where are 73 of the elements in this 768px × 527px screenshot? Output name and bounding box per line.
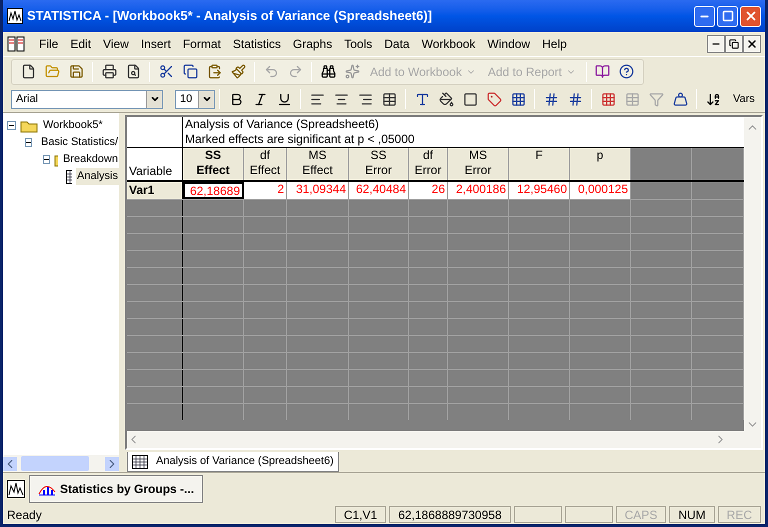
status-panel: 62,1868889730958 — [389, 506, 511, 523]
status-panel — [514, 506, 562, 523]
column-header[interactable]: p — [570, 148, 631, 180]
tree-item[interactable]: Basic Statistics/ — [40, 134, 119, 151]
column-header[interactable]: df Error — [409, 148, 448, 180]
table-cell[interactable]: 2 — [244, 182, 287, 199]
table-cell[interactable]: 12,95460 — [509, 182, 570, 199]
status-panel — [564, 506, 613, 523]
menu-item[interactable]: Edit — [64, 35, 98, 53]
status-text: Ready — [7, 506, 43, 524]
restore-icon — [729, 39, 739, 49]
tree-item[interactable]: Breakdown — [62, 151, 119, 168]
table-cell[interactable]: 62,18689 — [183, 182, 244, 199]
table-cell[interactable]: 62,40484 — [349, 182, 409, 199]
spreadsheet-icon — [66, 170, 72, 184]
menu-item[interactable]: Help — [536, 35, 573, 53]
tree-item[interactable]: Workbook5* — [42, 117, 104, 134]
horizontal-scrollbar[interactable] — [127, 431, 744, 448]
menu-item[interactable]: Tools — [338, 35, 378, 53]
menu-item[interactable]: Insert — [134, 35, 177, 53]
table-cell[interactable]: 0,000125 — [570, 182, 631, 199]
restore-button[interactable] — [725, 35, 743, 53]
horizontal-scrollbar[interactable] — [3, 455, 119, 472]
column-header[interactable]: df Effect — [244, 148, 287, 180]
maximize-button[interactable] — [717, 6, 738, 26]
sheet-title: Analysis of Variance (Spreadsheet6) — [185, 117, 380, 132]
column-header[interactable]: F — [509, 148, 570, 180]
app-icon — [7, 8, 23, 24]
menu-item[interactable]: Window — [481, 35, 536, 53]
vars-label[interactable]: Vars — [733, 90, 755, 108]
tree-item[interactable]: Analysis — [76, 168, 119, 185]
window-title: STATISTICA - [Workbook5* - Analysis of Variance (Spreadsheet6)] — [27, 7, 434, 26]
status-panel: REC — [718, 506, 761, 523]
status-panel: C1,V1 — [334, 506, 386, 523]
close-button[interactable] — [743, 35, 761, 53]
sheet-tab[interactable]: Analysis of Variance (Spreadsheet6) — [127, 452, 339, 472]
status-panel: CAPS — [616, 506, 666, 523]
minimize-button[interactable] — [707, 35, 725, 53]
spreadsheet-icon — [132, 454, 148, 468]
menu-item[interactable]: Format — [176, 35, 227, 53]
row-header: Variable — [127, 148, 183, 180]
close-icon — [744, 9, 758, 23]
status-panel: NUM — [669, 506, 715, 523]
column-header[interactable]: SS Effect — [183, 148, 244, 180]
scroll-right-icon — [105, 456, 119, 470]
menu-item[interactable]: File — [33, 35, 64, 53]
vertical-scrollbar[interactable] — [744, 117, 761, 448]
maximize-icon — [722, 10, 734, 22]
collapse-icon[interactable] — [25, 138, 32, 147]
sheet-subtitle: Marked effects are significant at p < ,05000 — [185, 132, 416, 147]
caret-icon — [150, 94, 160, 104]
font-size-select[interactable]: 10 — [175, 90, 215, 108]
table-cell[interactable]: 2,400186 — [448, 182, 509, 199]
column-header[interactable]: MS Error — [448, 148, 509, 180]
statistics-window-button[interactable]: Statistics by Groups -... — [29, 475, 204, 503]
caret-icon — [202, 94, 212, 104]
column-header[interactable]: SS Error — [349, 148, 409, 180]
table-cell[interactable]: 31,09344 — [287, 182, 349, 199]
collapse-icon[interactable] — [43, 155, 50, 164]
scroll-left-icon — [3, 456, 17, 470]
column-header[interactable]: MS Effect — [287, 148, 349, 180]
font-select[interactable]: Arial — [11, 90, 163, 108]
close-icon — [746, 38, 758, 50]
app-icon[interactable] — [7, 480, 25, 498]
menu-item[interactable]: Data — [378, 35, 416, 53]
menu-item[interactable]: Statistics — [226, 35, 287, 53]
document-icon[interactable] — [7, 36, 25, 52]
collapse-icon[interactable] — [7, 121, 16, 130]
menu-item[interactable]: Workbook — [416, 35, 482, 53]
row-name: Var1 — [127, 182, 183, 199]
menu-item[interactable]: Graphs — [286, 35, 338, 53]
menu-item[interactable]: View — [97, 35, 135, 53]
table-cell[interactable]: 26 — [409, 182, 448, 199]
